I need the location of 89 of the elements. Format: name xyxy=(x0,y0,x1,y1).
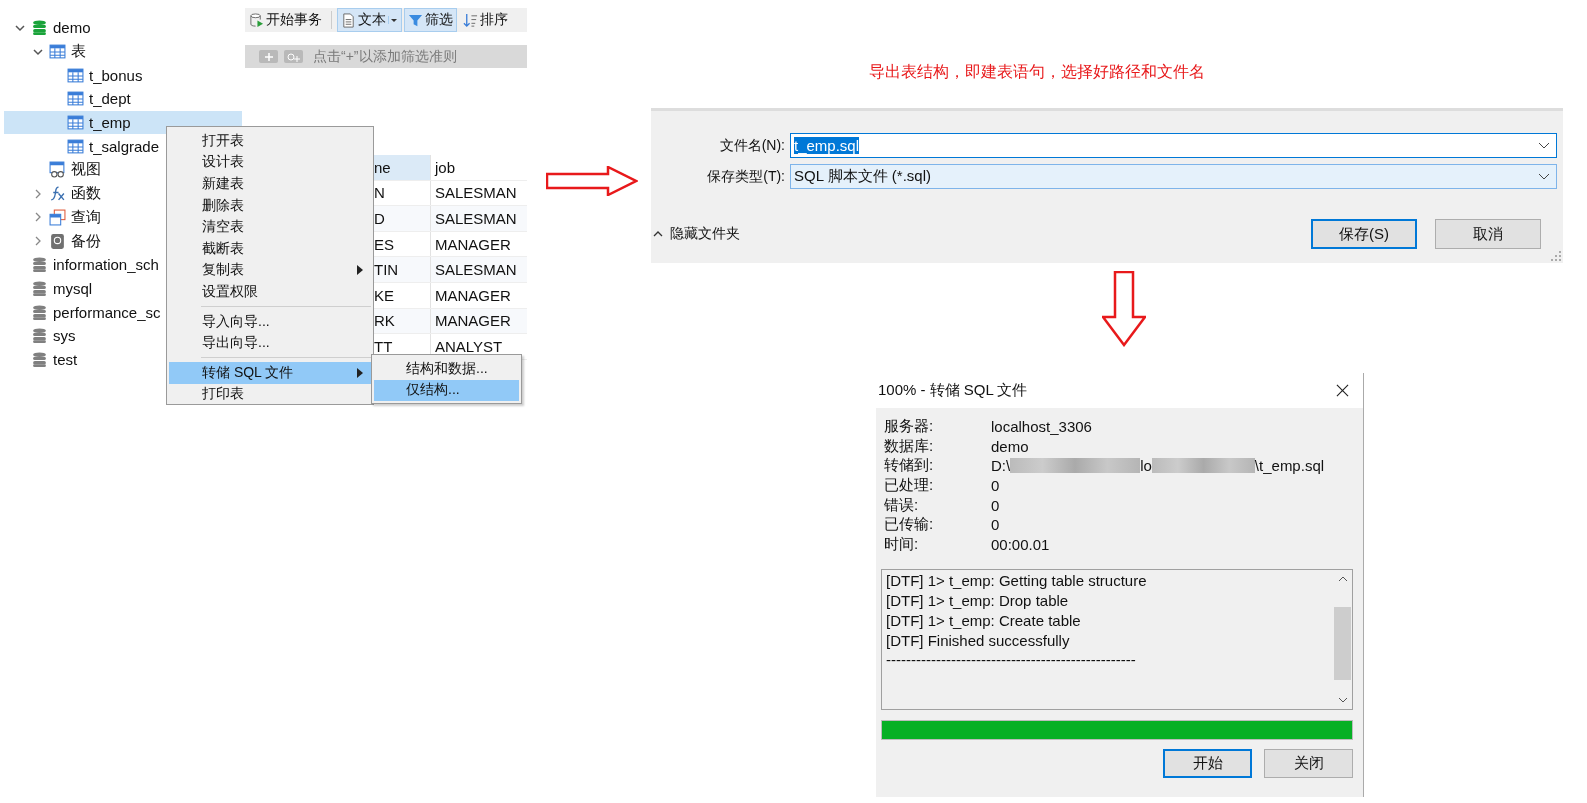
annotation-text: 导出表结构，即建表语句，选择好路径和文件名 xyxy=(869,62,1205,82)
hide-folders-toggle[interactable]: 隐藏文件夹 xyxy=(651,225,740,243)
log-line: -------------------------------------------------- xyxy=(886,651,1137,671)
info-value: 00:00.01 xyxy=(991,534,1051,555)
log-line: [DTF] Finished successfully xyxy=(886,631,1071,651)
menu-item[interactable]: 复制表 xyxy=(169,259,371,282)
tree-item[interactable]: t_dept xyxy=(4,87,242,111)
menu-item[interactable]: 打印表 xyxy=(169,383,371,406)
document-icon xyxy=(341,12,356,28)
table-cell-text: D xyxy=(373,209,386,229)
info-value: localhost_3306 xyxy=(991,417,1093,437)
table-icon xyxy=(67,90,84,108)
table-icon xyxy=(67,114,84,132)
sort-icon xyxy=(463,12,478,28)
caret-icon[interactable] xyxy=(388,16,398,24)
table-icon xyxy=(67,137,84,155)
info-label: 时间: xyxy=(884,534,920,554)
menu-item[interactable]: 清空表 xyxy=(169,216,371,238)
info-value: demo xyxy=(991,436,1030,457)
query-icon xyxy=(49,208,66,226)
file-type-dropdown[interactable]: SQL 脚本文件 (*.sql) xyxy=(790,164,1557,189)
info-label: 错误: xyxy=(884,495,920,515)
tree-item[interactable]: t_bonus xyxy=(4,63,242,88)
menu-item[interactable]: 新建表 xyxy=(169,173,371,195)
menu-item[interactable]: 截断表 xyxy=(169,237,371,260)
table-cell: MANAGER xyxy=(430,308,527,334)
toolbar-button[interactable]: 排序 xyxy=(459,8,512,32)
dialog-button[interactable]: 开始 xyxy=(1163,749,1252,779)
info-value: 0 xyxy=(991,476,1001,496)
info-label: 已处理: xyxy=(884,475,935,496)
table-icon xyxy=(49,43,66,61)
column-header[interactable]: job xyxy=(430,155,527,180)
chevron-down-icon[interactable] xyxy=(1538,141,1550,150)
dialog-button[interactable]: 关闭 xyxy=(1264,749,1353,779)
menu-item[interactable]: 设置权限 xyxy=(169,281,371,303)
chevron-up-icon xyxy=(653,230,663,238)
dialog-button[interactable]: 取消 xyxy=(1435,219,1541,249)
table-cell: MANAGER xyxy=(430,282,527,308)
scroll-up-icon[interactable] xyxy=(1337,576,1348,583)
path-text: lo xyxy=(1140,457,1152,475)
chevron-down-icon[interactable] xyxy=(1538,172,1550,181)
dialog-button[interactable]: 保存(S) xyxy=(1311,219,1417,249)
toolbar-button[interactable]: 文本 xyxy=(337,8,402,32)
menu-item[interactable]: 导入向导... xyxy=(169,310,371,333)
log-line: [DTF] 1> t_emp: Drop table xyxy=(886,591,1070,611)
tree-item[interactable]: demo xyxy=(4,16,242,40)
info-value: 0 xyxy=(991,515,1001,535)
filter-hint: 点击“+”以添加筛选准则 xyxy=(313,47,457,66)
menu-item[interactable]: 转储 SQL 文件 xyxy=(169,361,371,384)
view-icon xyxy=(49,161,66,179)
menu-item[interactable]: 设计表 xyxy=(169,151,371,174)
table-cell-text: N xyxy=(373,183,386,204)
log-line: [DTF] 1> t_emp: Getting table structure xyxy=(886,572,1148,592)
menu-item[interactable]: 导出向导... xyxy=(169,332,371,354)
info-label: 服务器: xyxy=(884,417,935,437)
filename-field[interactable]: t_emp.sql xyxy=(790,133,1557,158)
info-label: 数据库: xyxy=(884,436,935,456)
log-line: [DTF] 1> t_emp: Create table xyxy=(886,611,1082,631)
menu-item[interactable]: 仅结构... xyxy=(374,379,519,401)
path-text: D:\ xyxy=(991,457,1011,475)
toolbar-button[interactable]: 筛选 xyxy=(404,8,457,32)
path-text: \t_emp.sql xyxy=(1254,457,1325,475)
scroll-down-icon[interactable] xyxy=(1337,697,1348,704)
toolbar-button[interactable]: 开始事务 xyxy=(245,8,326,32)
table-cell: SALESMAN xyxy=(430,180,527,206)
table-cell: SALESMAN xyxy=(430,206,527,231)
table-cell-text: ES xyxy=(373,234,395,255)
close-icon[interactable] xyxy=(1336,384,1349,397)
tree-item[interactable]: 表 xyxy=(4,39,242,64)
table-cell-text: TIN xyxy=(373,260,400,281)
table-cell-text: KE xyxy=(373,285,395,306)
menu-item[interactable]: 删除表 xyxy=(169,194,371,217)
table-cell: MANAGER xyxy=(430,231,527,257)
table-icon xyxy=(67,66,84,84)
info-label: 转储到: xyxy=(884,456,935,476)
window-title: 100% - 转储 SQL 文件 xyxy=(878,381,1028,400)
backup-icon xyxy=(49,232,66,250)
filter-icon xyxy=(408,12,423,28)
table-cell-text: RK xyxy=(373,311,396,332)
resize-grip-icon[interactable] xyxy=(1551,251,1561,261)
table-cell: SALESMAN xyxy=(430,257,527,282)
table-cell-text: TT xyxy=(373,336,394,357)
menu-item[interactable]: 结构和数据... xyxy=(374,358,519,380)
function-icon xyxy=(49,185,66,203)
field-label: 文件名(N): xyxy=(718,136,786,155)
database-play-icon xyxy=(249,12,264,28)
info-value: 0 xyxy=(991,495,1001,515)
field-label: 保存类型(T): xyxy=(706,167,786,186)
info-label: 已传输: xyxy=(884,514,935,535)
